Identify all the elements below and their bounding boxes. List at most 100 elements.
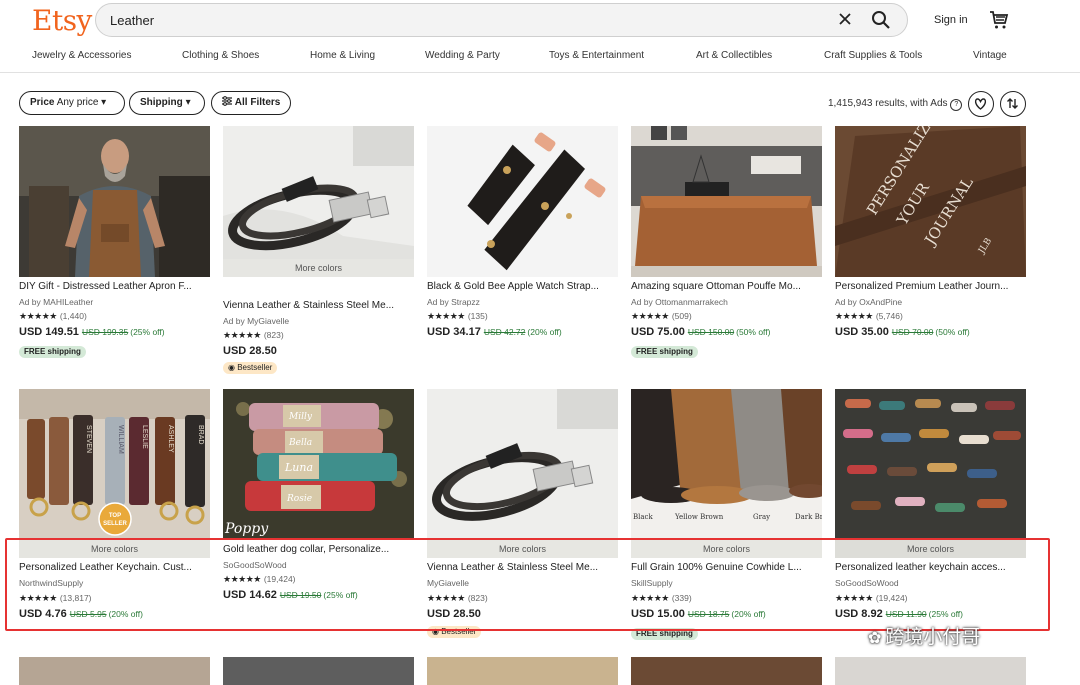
- shipping-filter-button[interactable]: Shipping ▾: [129, 91, 205, 115]
- info-icon[interactable]: ?: [950, 99, 963, 111]
- listing-rating: ★★★★★ (823): [427, 593, 488, 604]
- listing-title[interactable]: Vienna Leather & Stainless Steel Me...: [427, 562, 618, 573]
- listing-image[interactable]: [223, 657, 414, 685]
- listing-image[interactable]: [631, 126, 822, 277]
- sign-in-link[interactable]: Sign in: [934, 14, 968, 26]
- listing-card[interactable]: STEVEN LESLIE ASHLEY BRAD WILLIAM TOP SE…: [19, 389, 210, 629]
- listing-image[interactable]: [427, 657, 618, 685]
- listing-title[interactable]: Personalized Leather Keychain. Cust...: [19, 562, 210, 573]
- listing-price: USD 14.62 USD 19.50 (25% off): [223, 589, 358, 601]
- listing-title[interactable]: Black & Gold Bee Apple Watch Strap...: [427, 281, 618, 292]
- listing-image[interactable]: [631, 657, 822, 685]
- category-vintage[interactable]: Vintage: [973, 50, 1007, 61]
- listing-card[interactable]: DIY Gift - Distressed Leather Apron F...…: [19, 126, 210, 361]
- top-seller-text-2: SELLER: [103, 521, 127, 527]
- listing-shop[interactable]: Ad by Ottomanmarrakech: [631, 297, 728, 307]
- listing-title[interactable]: Gold leather dog collar, Personalize...: [223, 544, 414, 555]
- listing-rating: ★★★★★ (509): [631, 311, 692, 322]
- search-input[interactable]: Leather: [110, 13, 154, 28]
- review-count: (509): [671, 311, 692, 321]
- favorites-filter-button[interactable]: [968, 91, 994, 117]
- listing-image[interactable]: [835, 657, 1026, 685]
- collar-name-1: Milly: [288, 412, 313, 422]
- category-wedding[interactable]: Wedding & Party: [425, 50, 500, 61]
- original-price: USD 18.75: [687, 609, 730, 619]
- listing-card[interactable]: More colors Vienna Leather & Stainless S…: [427, 389, 618, 639]
- sort-button[interactable]: [1000, 91, 1026, 117]
- search-bar[interactable]: Leather: [95, 3, 908, 37]
- listing-shop[interactable]: Ad by MyGiavelle: [223, 316, 289, 326]
- category-jewelry[interactable]: Jewelry & Accessories: [32, 50, 131, 61]
- award-icon: ◉: [228, 363, 235, 372]
- listing-rating: ★★★★★ (19,424): [223, 574, 296, 585]
- cart-icon[interactable]: [989, 10, 1009, 30]
- review-count: (5,746): [875, 311, 903, 321]
- listing-shop[interactable]: SoGoodSoWood: [223, 560, 287, 570]
- clear-search-icon[interactable]: [837, 11, 853, 27]
- caret-down-icon: ▾: [101, 97, 107, 108]
- listing-card[interactable]: PERSONALIZE YOUR JOURNAL JLB Personalize…: [835, 126, 1026, 361]
- listing-title[interactable]: Amazing square Ottoman Pouffe Mo...: [631, 281, 822, 292]
- listing-title[interactable]: Full Grain 100% Genuine Cowhide L...: [631, 562, 822, 573]
- listing-image[interactable]: More colors: [835, 389, 1026, 558]
- search-icon[interactable]: [871, 10, 891, 30]
- star-rating-icon: ★★★★★: [223, 574, 261, 584]
- listing-image[interactable]: [19, 657, 210, 685]
- original-price: USD 19.50: [279, 590, 322, 600]
- listing-title[interactable]: Vienna Leather & Stainless Steel Me...: [223, 300, 414, 311]
- category-toys[interactable]: Toys & Entertainment: [549, 50, 644, 61]
- category-clothing[interactable]: Clothing & Shoes: [182, 50, 259, 61]
- review-count: (823): [263, 330, 284, 340]
- listing-image[interactable]: STEVEN LESLIE ASHLEY BRAD WILLIAM TOP SE…: [19, 389, 210, 558]
- listing-price: USD 75.00 USD 150.00 (50% off): [631, 326, 770, 338]
- price-filter-button[interactable]: Price Any price ▾: [19, 91, 125, 115]
- listing-card[interactable]: More colors Personalized leather keychai…: [835, 389, 1026, 629]
- category-nav: Jewelry & Accessories Clothing & Shoes H…: [0, 50, 1080, 66]
- collar-name-3: Luna: [284, 461, 313, 474]
- all-filters-button[interactable]: All Filters: [211, 91, 291, 115]
- free-shipping-badge: FREE shipping: [631, 346, 698, 358]
- listing-title[interactable]: DIY Gift - Distressed Leather Apron F...: [19, 281, 210, 292]
- original-price: USD 150.00: [687, 327, 735, 337]
- listing-shop[interactable]: SoGoodSoWood: [835, 578, 899, 588]
- listing-shop[interactable]: Ad by OxAndPine: [835, 297, 902, 307]
- wechat-icon: ✿: [868, 630, 882, 647]
- listing-image[interactable]: More colors: [223, 126, 414, 277]
- listing-image[interactable]: PERSONALIZE YOUR JOURNAL JLB: [835, 126, 1026, 277]
- price-value: USD 14.62: [223, 589, 277, 601]
- listing-shop[interactable]: SkillSupply: [631, 578, 673, 588]
- category-home[interactable]: Home & Living: [310, 50, 375, 61]
- listing-shop[interactable]: NorthwindSupply: [19, 578, 83, 588]
- listing-rating: ★★★★★ (339): [631, 593, 692, 604]
- price-value: USD 75.00: [631, 326, 685, 338]
- review-count: (19,424): [263, 574, 296, 584]
- listing-card[interactable]: More colors Vienna Leather & Stainless S…: [223, 126, 414, 376]
- listing-card[interactable]: Milly Bella Luna Rosie Poppy Gold leathe…: [223, 389, 414, 609]
- listing-price: USD 149.51 USD 199.35 (25% off): [19, 326, 165, 338]
- listing-image[interactable]: Milly Bella Luna Rosie Poppy: [223, 389, 414, 539]
- listing-image[interactable]: [19, 126, 210, 277]
- listing-shop[interactable]: Ad by Strapzz: [427, 297, 480, 307]
- star-rating-icon: ★★★★★: [835, 593, 873, 603]
- review-count: (13,817): [59, 593, 92, 603]
- listing-shop[interactable]: Ad by MAHILeather: [19, 297, 93, 307]
- listing-image[interactable]: [427, 126, 618, 277]
- category-craft[interactable]: Craft Supplies & Tools: [824, 50, 922, 61]
- hide-color-2: Yellow Brown: [674, 513, 724, 521]
- price-value: USD 28.50: [427, 608, 481, 620]
- star-rating-icon: ★★★★★: [19, 311, 57, 321]
- etsy-logo[interactable]: Etsy: [32, 4, 92, 37]
- listing-card[interactable]: Black Yellow Brown Gray Dark Br More col…: [631, 389, 822, 640]
- listing-shop[interactable]: MyGiavelle: [427, 578, 469, 588]
- category-art[interactable]: Art & Collectibles: [696, 50, 772, 61]
- listing-card[interactable]: Amazing square Ottoman Pouffe Mo... Ad b…: [631, 126, 822, 361]
- listing-image[interactable]: More colors: [427, 389, 618, 558]
- bestseller-label: Bestseller: [237, 363, 273, 372]
- star-rating-icon: ★★★★★: [631, 311, 669, 321]
- free-shipping-badge: FREE shipping: [19, 346, 86, 358]
- listing-title[interactable]: Personalized Premium Leather Journ...: [835, 281, 1026, 292]
- listing-image[interactable]: Black Yellow Brown Gray Dark Br More col…: [631, 389, 822, 558]
- listing-card[interactable]: Black & Gold Bee Apple Watch Strap... Ad…: [427, 126, 618, 361]
- listing-title[interactable]: Personalized leather keychain acces...: [835, 562, 1026, 573]
- listing-price: USD 28.50: [223, 345, 277, 357]
